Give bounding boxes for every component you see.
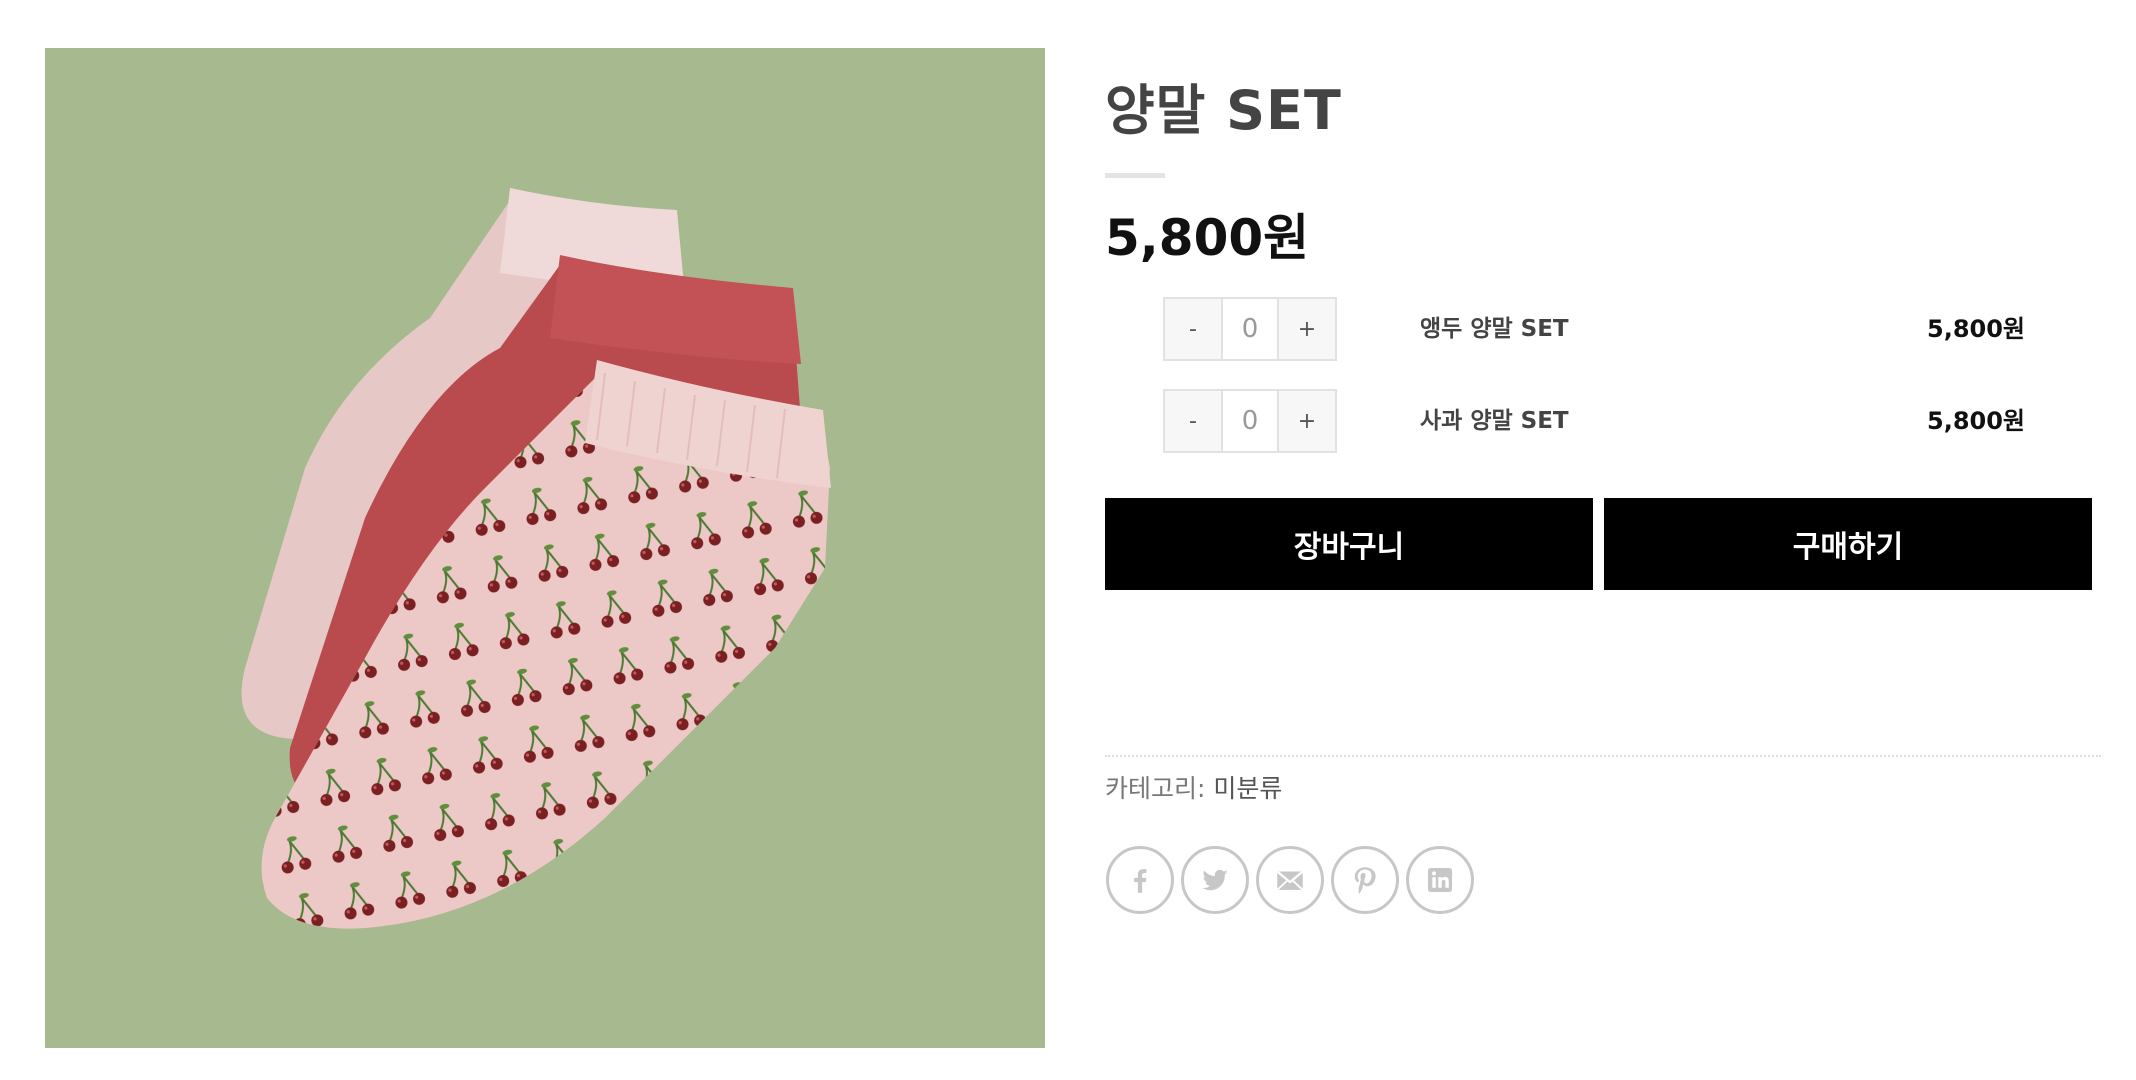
decrease-button[interactable]: - — [1165, 299, 1223, 359]
quantity-input[interactable] — [1223, 299, 1277, 359]
email-icon[interactable] — [1256, 846, 1324, 914]
share-icons — [1106, 846, 1474, 914]
add-to-cart-button[interactable]: 장바구니 — [1105, 498, 1593, 590]
decrease-button[interactable]: - — [1165, 391, 1223, 451]
increase-button[interactable]: + — [1277, 391, 1335, 451]
twitter-icon[interactable] — [1181, 846, 1249, 914]
product-summary: 양말 SET 5,800원 - + 앵두 양말 SET 5,800원 - + 사… — [1105, 0, 2105, 1080]
quantity-input[interactable] — [1223, 391, 1277, 451]
option-price: 5,800원 — [1927, 315, 2025, 343]
option-row: - + 앵두 양말 SET 5,800원 — [1105, 297, 2025, 363]
category-link[interactable]: 미분류 — [1213, 774, 1282, 803]
title-divider — [1105, 173, 1165, 178]
facebook-icon[interactable] — [1106, 846, 1174, 914]
linkedin-icon[interactable] — [1406, 846, 1474, 914]
socks-illustration — [45, 48, 1045, 1048]
category-label: 카테고리: — [1105, 774, 1214, 803]
product-title: 양말 SET — [1105, 79, 1342, 142]
product-price: 5,800원 — [1105, 209, 1310, 267]
meta-divider — [1105, 755, 2101, 757]
option-price: 5,800원 — [1927, 407, 2025, 435]
option-name: 앵두 양말 SET — [1420, 316, 1569, 342]
option-row: - + 사과 양말 SET 5,800원 — [1105, 389, 2025, 455]
product-category: 카테고리: 미분류 — [1105, 769, 1282, 805]
pinterest-icon[interactable] — [1331, 846, 1399, 914]
buy-now-button[interactable]: 구매하기 — [1604, 498, 2092, 590]
quantity-stepper: - + — [1163, 297, 1337, 361]
quantity-stepper: - + — [1163, 389, 1337, 453]
increase-button[interactable]: + — [1277, 299, 1335, 359]
option-name: 사과 양말 SET — [1420, 408, 1569, 434]
product-image[interactable] — [45, 48, 1045, 1048]
